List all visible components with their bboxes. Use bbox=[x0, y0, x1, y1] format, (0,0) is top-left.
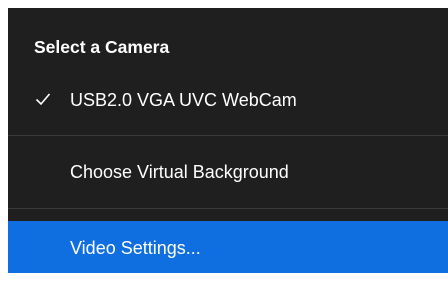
menu-item-camera-label: USB2.0 VGA UVC WebCam bbox=[70, 90, 297, 110]
camera-context-menu: Select a Camera USB2.0 VGA UVC WebCam Ch… bbox=[8, 8, 448, 273]
select-camera-heading: Select a Camera bbox=[34, 37, 170, 57]
menu-item-video-settings[interactable]: Video Settings... bbox=[8, 221, 448, 273]
menu-divider bbox=[8, 135, 448, 136]
check-icon bbox=[35, 93, 51, 106]
menu-item-camera-usb-webcam[interactable]: USB2.0 VGA UVC WebCam bbox=[8, 79, 448, 121]
menu-item-choose-virtual-background[interactable]: Choose Virtual Background bbox=[8, 142, 448, 200]
menu-item-video-settings-label: Video Settings... bbox=[70, 238, 201, 258]
menu-item-virtual-background-label: Choose Virtual Background bbox=[70, 162, 289, 182]
menu-divider bbox=[8, 208, 448, 209]
